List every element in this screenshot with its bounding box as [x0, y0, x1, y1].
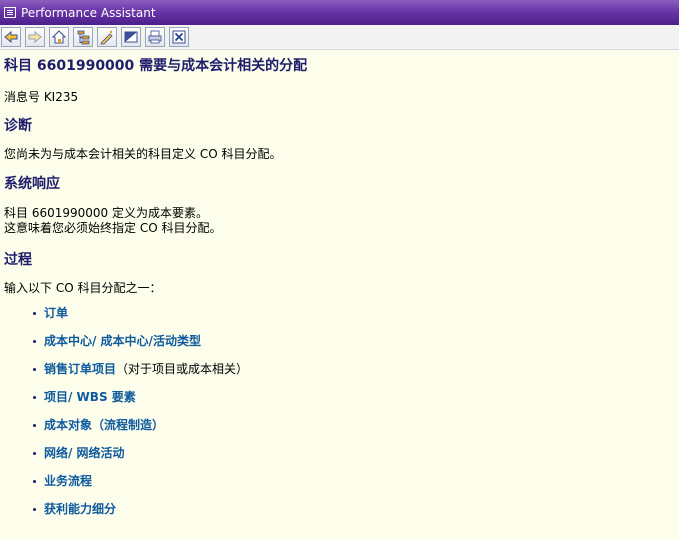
close-icon [172, 30, 186, 44]
item-note: （对于项目或成本相关） [116, 362, 249, 376]
forward-arrow-icon [28, 30, 42, 44]
edit-pencil-icon [100, 30, 113, 45]
list-item: 业务流程 [4, 474, 674, 502]
link-sales-order-item[interactable]: 销售订单项目 [44, 362, 116, 376]
assignment-list: 订单 成本中心/ 成本中心/活动类型 销售订单项目（对于项目或成本相关） 项目/… [4, 306, 674, 530]
structure-button[interactable] [73, 27, 93, 47]
link-business-process[interactable]: 业务流程 [44, 474, 92, 488]
tree-structure-icon [77, 30, 90, 45]
close-button[interactable] [169, 27, 189, 47]
procedure-heading: 过程 [4, 252, 32, 268]
list-item: 订单 [4, 306, 674, 334]
edit-button[interactable] [97, 27, 117, 47]
print-button[interactable] [145, 27, 165, 47]
link-cost-object[interactable]: 成本对象（流程制造） [44, 418, 164, 432]
list-item: 成本对象（流程制造） [4, 418, 674, 446]
message-number: 消息号 KI235 [4, 90, 79, 104]
home-icon [51, 30, 67, 44]
list-item: 项目/ WBS 要素 [4, 390, 674, 418]
diagnosis-text: 您尚未为与成本会计相关的科目定义 CO 科目分配。 [4, 147, 282, 161]
link-profitability-segment[interactable]: 获利能力细分 [44, 502, 116, 516]
document-content: 科目 6601990000 需要与成本会计相关的分配 消息号 KI235 诊断 … [4, 56, 674, 530]
back-arrow-icon [4, 30, 18, 44]
page-title: 科目 6601990000 需要与成本会计相关的分配 [4, 58, 308, 74]
toolbar [0, 25, 679, 50]
list-item: 网络/ 网络活动 [4, 446, 674, 474]
link-cost-center[interactable]: 成本中心/ 成本中心/活动类型 [44, 334, 201, 348]
diagnosis-heading: 诊断 [4, 118, 32, 134]
system-response-heading: 系统响应 [4, 176, 60, 192]
home-button[interactable] [49, 27, 69, 47]
window-title-bar: Performance Assistant [0, 0, 679, 25]
procedure-intro: 输入以下 CO 科目分配之一： [4, 281, 162, 295]
link-order[interactable]: 订单 [44, 306, 68, 320]
forward-button[interactable] [25, 27, 45, 47]
list-item: 获利能力细分 [4, 502, 674, 530]
display-button[interactable] [121, 27, 141, 47]
window-icon [4, 7, 16, 18]
link-wbs-element[interactable]: 项目/ WBS 要素 [44, 390, 136, 404]
list-item: 销售订单项目（对于项目或成本相关） [4, 362, 674, 390]
system-response-line-2: 这意味着您必须始终指定 CO 科目分配。 [4, 221, 222, 235]
link-network-activity[interactable]: 网络/ 网络活动 [44, 446, 125, 460]
system-response-text: 科目 6601990000 定义为成本要素。 这意味着您必须始终指定 CO 科目… [4, 206, 674, 236]
window-title: Performance Assistant [21, 5, 156, 20]
system-response-line-1: 科目 6601990000 定义为成本要素。 [4, 206, 208, 220]
back-button[interactable] [1, 27, 21, 47]
display-toggle-icon [124, 31, 138, 43]
list-item: 成本中心/ 成本中心/活动类型 [4, 334, 674, 362]
print-icon [148, 30, 162, 44]
